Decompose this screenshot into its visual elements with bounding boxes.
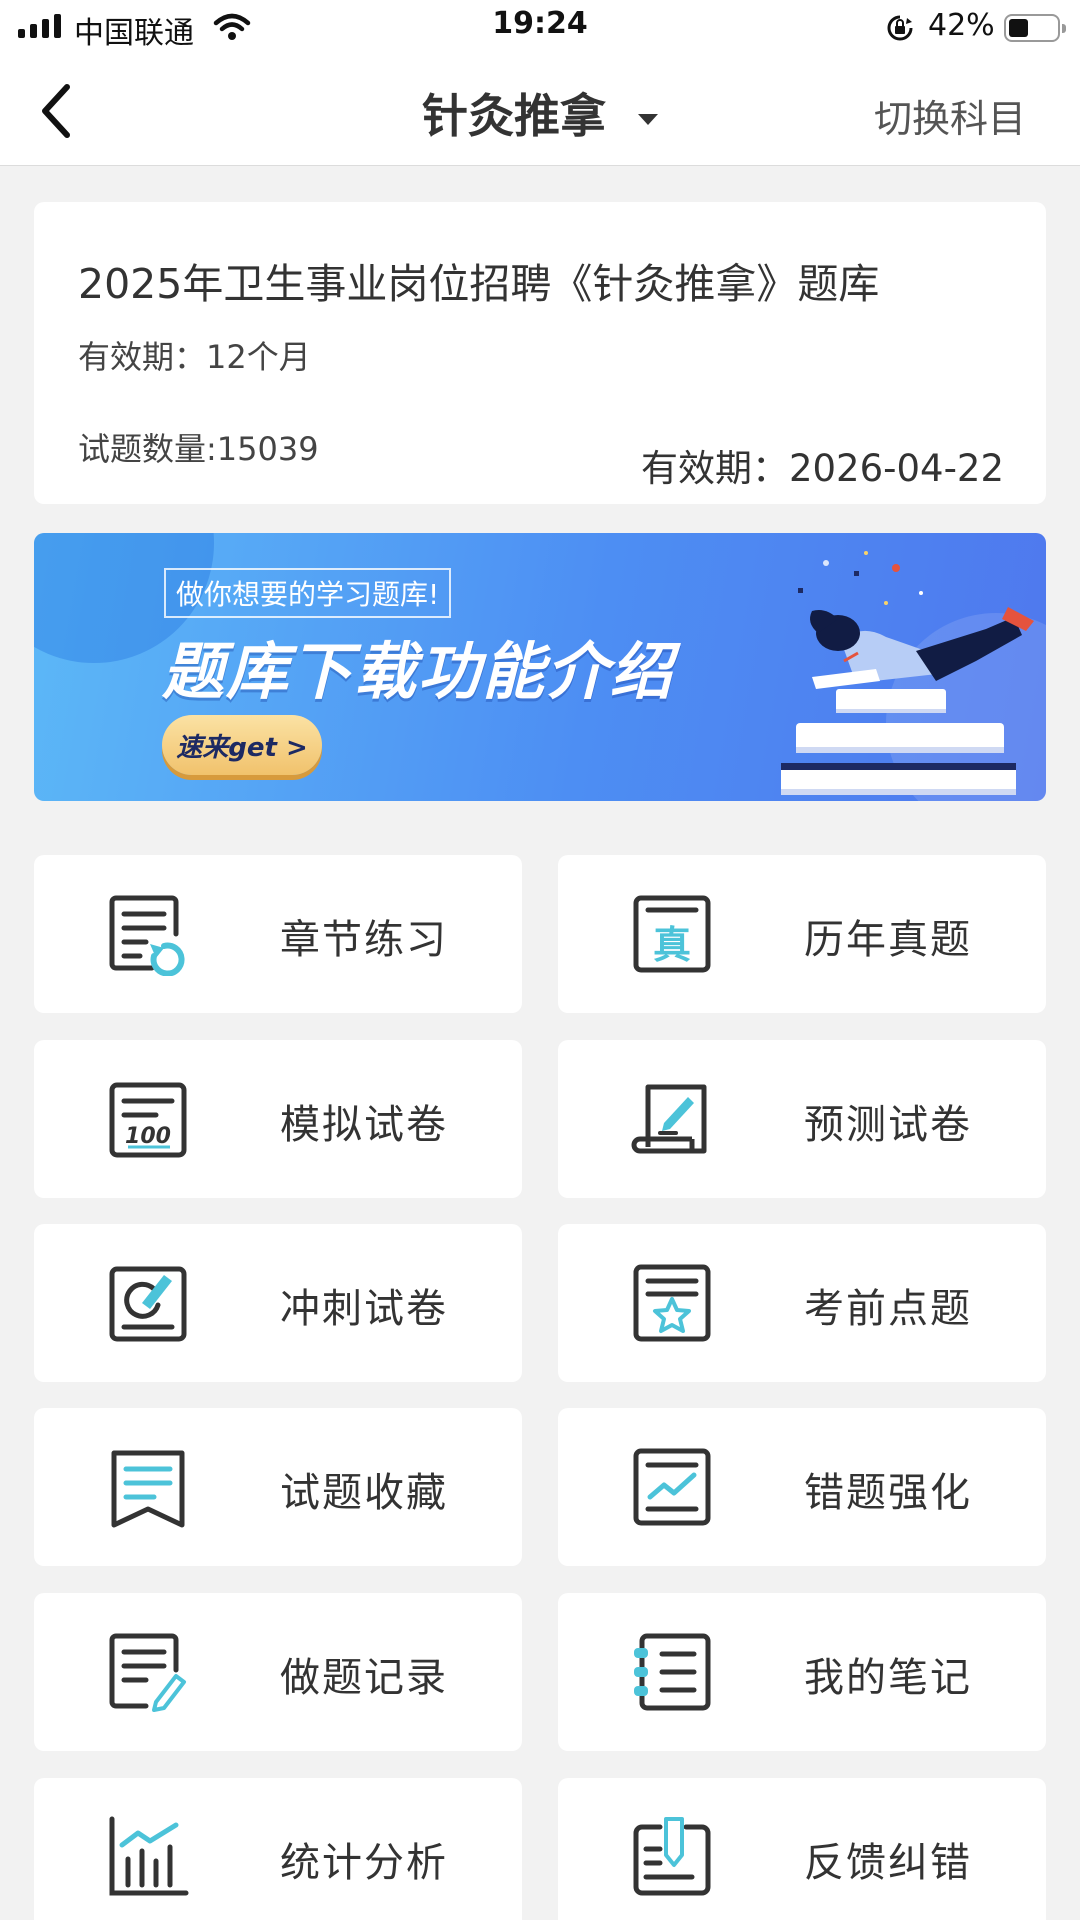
menu-item-forecast-exam[interactable]: 预测试卷 bbox=[558, 1040, 1046, 1198]
question-count: 试题数量:15039 bbox=[78, 430, 319, 468]
menu-label: 反馈纠错 bbox=[804, 1840, 972, 1886]
caret-down-icon bbox=[638, 114, 658, 125]
studying-girl-illustration bbox=[781, 551, 1034, 795]
menu-label: 章节练习 bbox=[280, 917, 448, 963]
menu-label: 统计分析 bbox=[280, 1840, 448, 1886]
menu-item-statistics[interactable]: 统计分析 bbox=[34, 1778, 522, 1920]
menu-label: 做题记录 bbox=[280, 1655, 448, 1701]
banner-tagline: 做你想要的学习题库! bbox=[164, 568, 452, 618]
rotation-lock-icon bbox=[887, 15, 913, 41]
menu-item-sprint-exam[interactable]: 冲刺试卷 bbox=[34, 1224, 522, 1382]
menu-item-chapter-practice[interactable]: 章节练习 bbox=[34, 855, 522, 1013]
wrong-questions-icon bbox=[633, 1448, 711, 1526]
banner-headline: 题库下载功能介绍 bbox=[162, 635, 675, 708]
menu-label: 错题强化 bbox=[804, 1470, 972, 1516]
status-bar: 中国联通 19:24 42% bbox=[0, 0, 1080, 56]
menu-label: 我的笔记 bbox=[804, 1655, 972, 1701]
clock: 19:24 bbox=[492, 6, 588, 41]
menu-label: 预测试卷 bbox=[804, 1102, 972, 1148]
menu-label: 模拟试卷 bbox=[280, 1102, 448, 1148]
expiry-date: 有效期：2026-04-22 bbox=[640, 447, 1004, 490]
key-questions-icon bbox=[633, 1264, 711, 1342]
menu-item-feedback[interactable]: 反馈纠错 bbox=[558, 1778, 1046, 1920]
menu-label: 试题收藏 bbox=[280, 1470, 448, 1516]
forecast-exam-icon bbox=[631, 1084, 707, 1154]
mock-exam-icon: 100 bbox=[109, 1082, 187, 1158]
menu-item-key-questions[interactable]: 考前点题 bbox=[558, 1224, 1046, 1382]
menu-item-records[interactable]: 做题记录 bbox=[34, 1593, 522, 1751]
menu-item-bookmarks[interactable]: 试题收藏 bbox=[34, 1408, 522, 1566]
past-papers-icon: 真 bbox=[633, 895, 711, 973]
battery-percentage: 42% bbox=[928, 8, 995, 43]
svg-text:真: 真 bbox=[653, 923, 691, 967]
page-title: 针灸推拿 bbox=[422, 89, 606, 143]
bookmark-icon bbox=[111, 1450, 185, 1528]
sprint-exam-icon bbox=[109, 1266, 187, 1342]
battery-icon bbox=[1004, 14, 1066, 42]
question-bank-card: 2025年卫生事业岗位招聘《针灸推拿》题库 有效期：12个月 试题数量:1503… bbox=[34, 202, 1046, 504]
records-icon bbox=[109, 1633, 186, 1712]
promo-banner[interactable]: 做你想要的学习题库! 题库下载功能介绍 速来get > bbox=[34, 533, 1046, 801]
menu-item-mock-exam[interactable]: 100 模拟试卷 bbox=[34, 1040, 522, 1198]
svg-text:100: 100 bbox=[125, 1124, 171, 1149]
switch-subject-button[interactable]: 切换科目 bbox=[874, 88, 1026, 143]
statistics-icon bbox=[109, 1816, 189, 1896]
menu-item-past-papers[interactable]: 真 历年真题 bbox=[558, 855, 1046, 1013]
notes-icon bbox=[634, 1633, 711, 1711]
menu-item-notes[interactable]: 我的笔记 bbox=[558, 1593, 1046, 1751]
menu-label: 历年真题 bbox=[804, 917, 972, 963]
validity-period: 有效期：12个月 bbox=[78, 338, 311, 376]
banner-cta-button[interactable]: 速来get > bbox=[162, 715, 322, 775]
menu-label: 考前点题 bbox=[804, 1286, 972, 1332]
menu-item-wrong-questions[interactable]: 错题强化 bbox=[558, 1408, 1046, 1566]
feedback-icon bbox=[633, 1817, 711, 1896]
menu-label: 冲刺试卷 bbox=[280, 1286, 448, 1332]
chapter-practice-icon bbox=[109, 895, 185, 976]
question-bank-title: 2025年卫生事业岗位招聘《针灸推拿》题库 bbox=[78, 260, 880, 308]
navigation-bar: 针灸推拿 切换科目 bbox=[0, 56, 1080, 166]
